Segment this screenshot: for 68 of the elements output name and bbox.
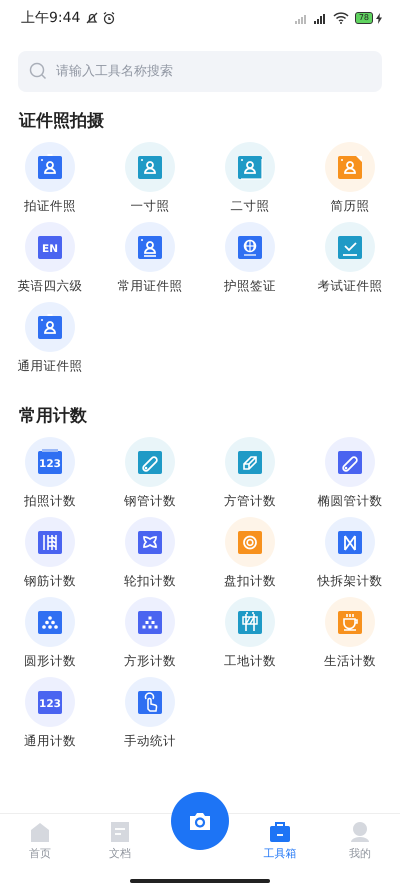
tool-label: 二寸照 (230, 198, 270, 214)
tool-label: 常用证件照 (118, 278, 182, 294)
tool-icon-background[interactable] (325, 222, 375, 272)
tool-label: 拍照计数 (24, 493, 76, 509)
search-icon (29, 62, 47, 80)
tool-icon-background[interactable] (125, 437, 175, 487)
tool-icon-background[interactable]: 123 (25, 437, 75, 487)
tool-label: 方管计数 (224, 493, 276, 509)
tool-label: 英语四六级 (18, 278, 82, 294)
tool-icon-background[interactable] (325, 597, 375, 647)
tool-icon-background[interactable] (125, 222, 175, 272)
nav-tab[interactable]: 工具箱 (240, 814, 320, 864)
profile-icon (349, 821, 371, 843)
tool-label: 通用证件照 (18, 358, 82, 374)
nav-tab[interactable]: 我的 (320, 814, 400, 864)
tool-label: 椭圆管计数 (318, 493, 382, 509)
tool-label: 拍证件照 (24, 198, 76, 214)
toolbox-icon (269, 821, 291, 843)
tool-label: 工地计数 (224, 653, 276, 669)
tool-label: 通用计数 (24, 733, 76, 749)
icon-label: EN (42, 243, 58, 255)
tool-label: 盘扣计数 (224, 573, 276, 589)
tool-icon-background[interactable] (225, 517, 275, 567)
tool-icon-background[interactable] (25, 302, 75, 352)
tool-label: 方形计数 (124, 653, 176, 669)
tool-icon-background[interactable] (225, 597, 275, 647)
tool-icon-background[interactable] (225, 437, 275, 487)
tool-icon-background[interactable] (225, 222, 275, 272)
alarm-icon (102, 11, 116, 25)
tool-label: 简历照 (330, 198, 370, 214)
tool-icon-background[interactable] (325, 142, 375, 192)
tool-label: 钢筋计数 (24, 573, 76, 589)
tool-label: 考试证件照 (318, 278, 382, 294)
tool-label: 圆形计数 (24, 653, 76, 669)
search-field[interactable]: 请输入工具名称搜索 (18, 51, 382, 92)
tool-icon-background[interactable] (225, 142, 275, 192)
section-title: 证件照拍摄 (18, 110, 105, 132)
bell-off-icon (85, 11, 100, 25)
camera-icon (188, 811, 212, 831)
section-title: 常用计数 (18, 405, 88, 427)
tool-icon-background[interactable] (25, 142, 75, 192)
tool-label: 钢管计数 (124, 493, 176, 509)
nav-tab[interactable]: 首页 (0, 814, 80, 864)
tool-label: 轮扣计数 (124, 573, 176, 589)
tool-icon-background[interactable] (25, 597, 75, 647)
wifi-icon (332, 12, 349, 24)
tool-icon-background[interactable] (25, 517, 75, 567)
tool-icon-background[interactable]: EN (25, 222, 75, 272)
tool-icon-background[interactable]: 123 (25, 677, 75, 727)
charging-icon (376, 12, 382, 24)
status-time: 上午9:44 (21, 9, 80, 27)
tool-icon-background[interactable] (325, 517, 375, 567)
tool-icon-background[interactable] (325, 437, 375, 487)
icon-label: 123 (39, 698, 61, 710)
document-icon (109, 821, 131, 843)
battery-level: 78 (354, 12, 373, 24)
tool-label: 手动统计 (124, 733, 176, 749)
tool-icon-background[interactable] (125, 142, 175, 192)
tool-icon-background[interactable] (125, 597, 175, 647)
home-icon (29, 821, 51, 843)
tool-icon-background[interactable] (125, 677, 175, 727)
tool-icon-background[interactable] (125, 517, 175, 567)
icon-label: 123 (39, 458, 61, 470)
tool-label: 快拆架计数 (318, 573, 382, 589)
tool-label: 护照签证 (224, 278, 276, 294)
tool-label: 生活计数 (324, 653, 376, 669)
tool-label: 一寸照 (130, 198, 170, 214)
nav-tab[interactable]: 文档 (80, 814, 160, 864)
